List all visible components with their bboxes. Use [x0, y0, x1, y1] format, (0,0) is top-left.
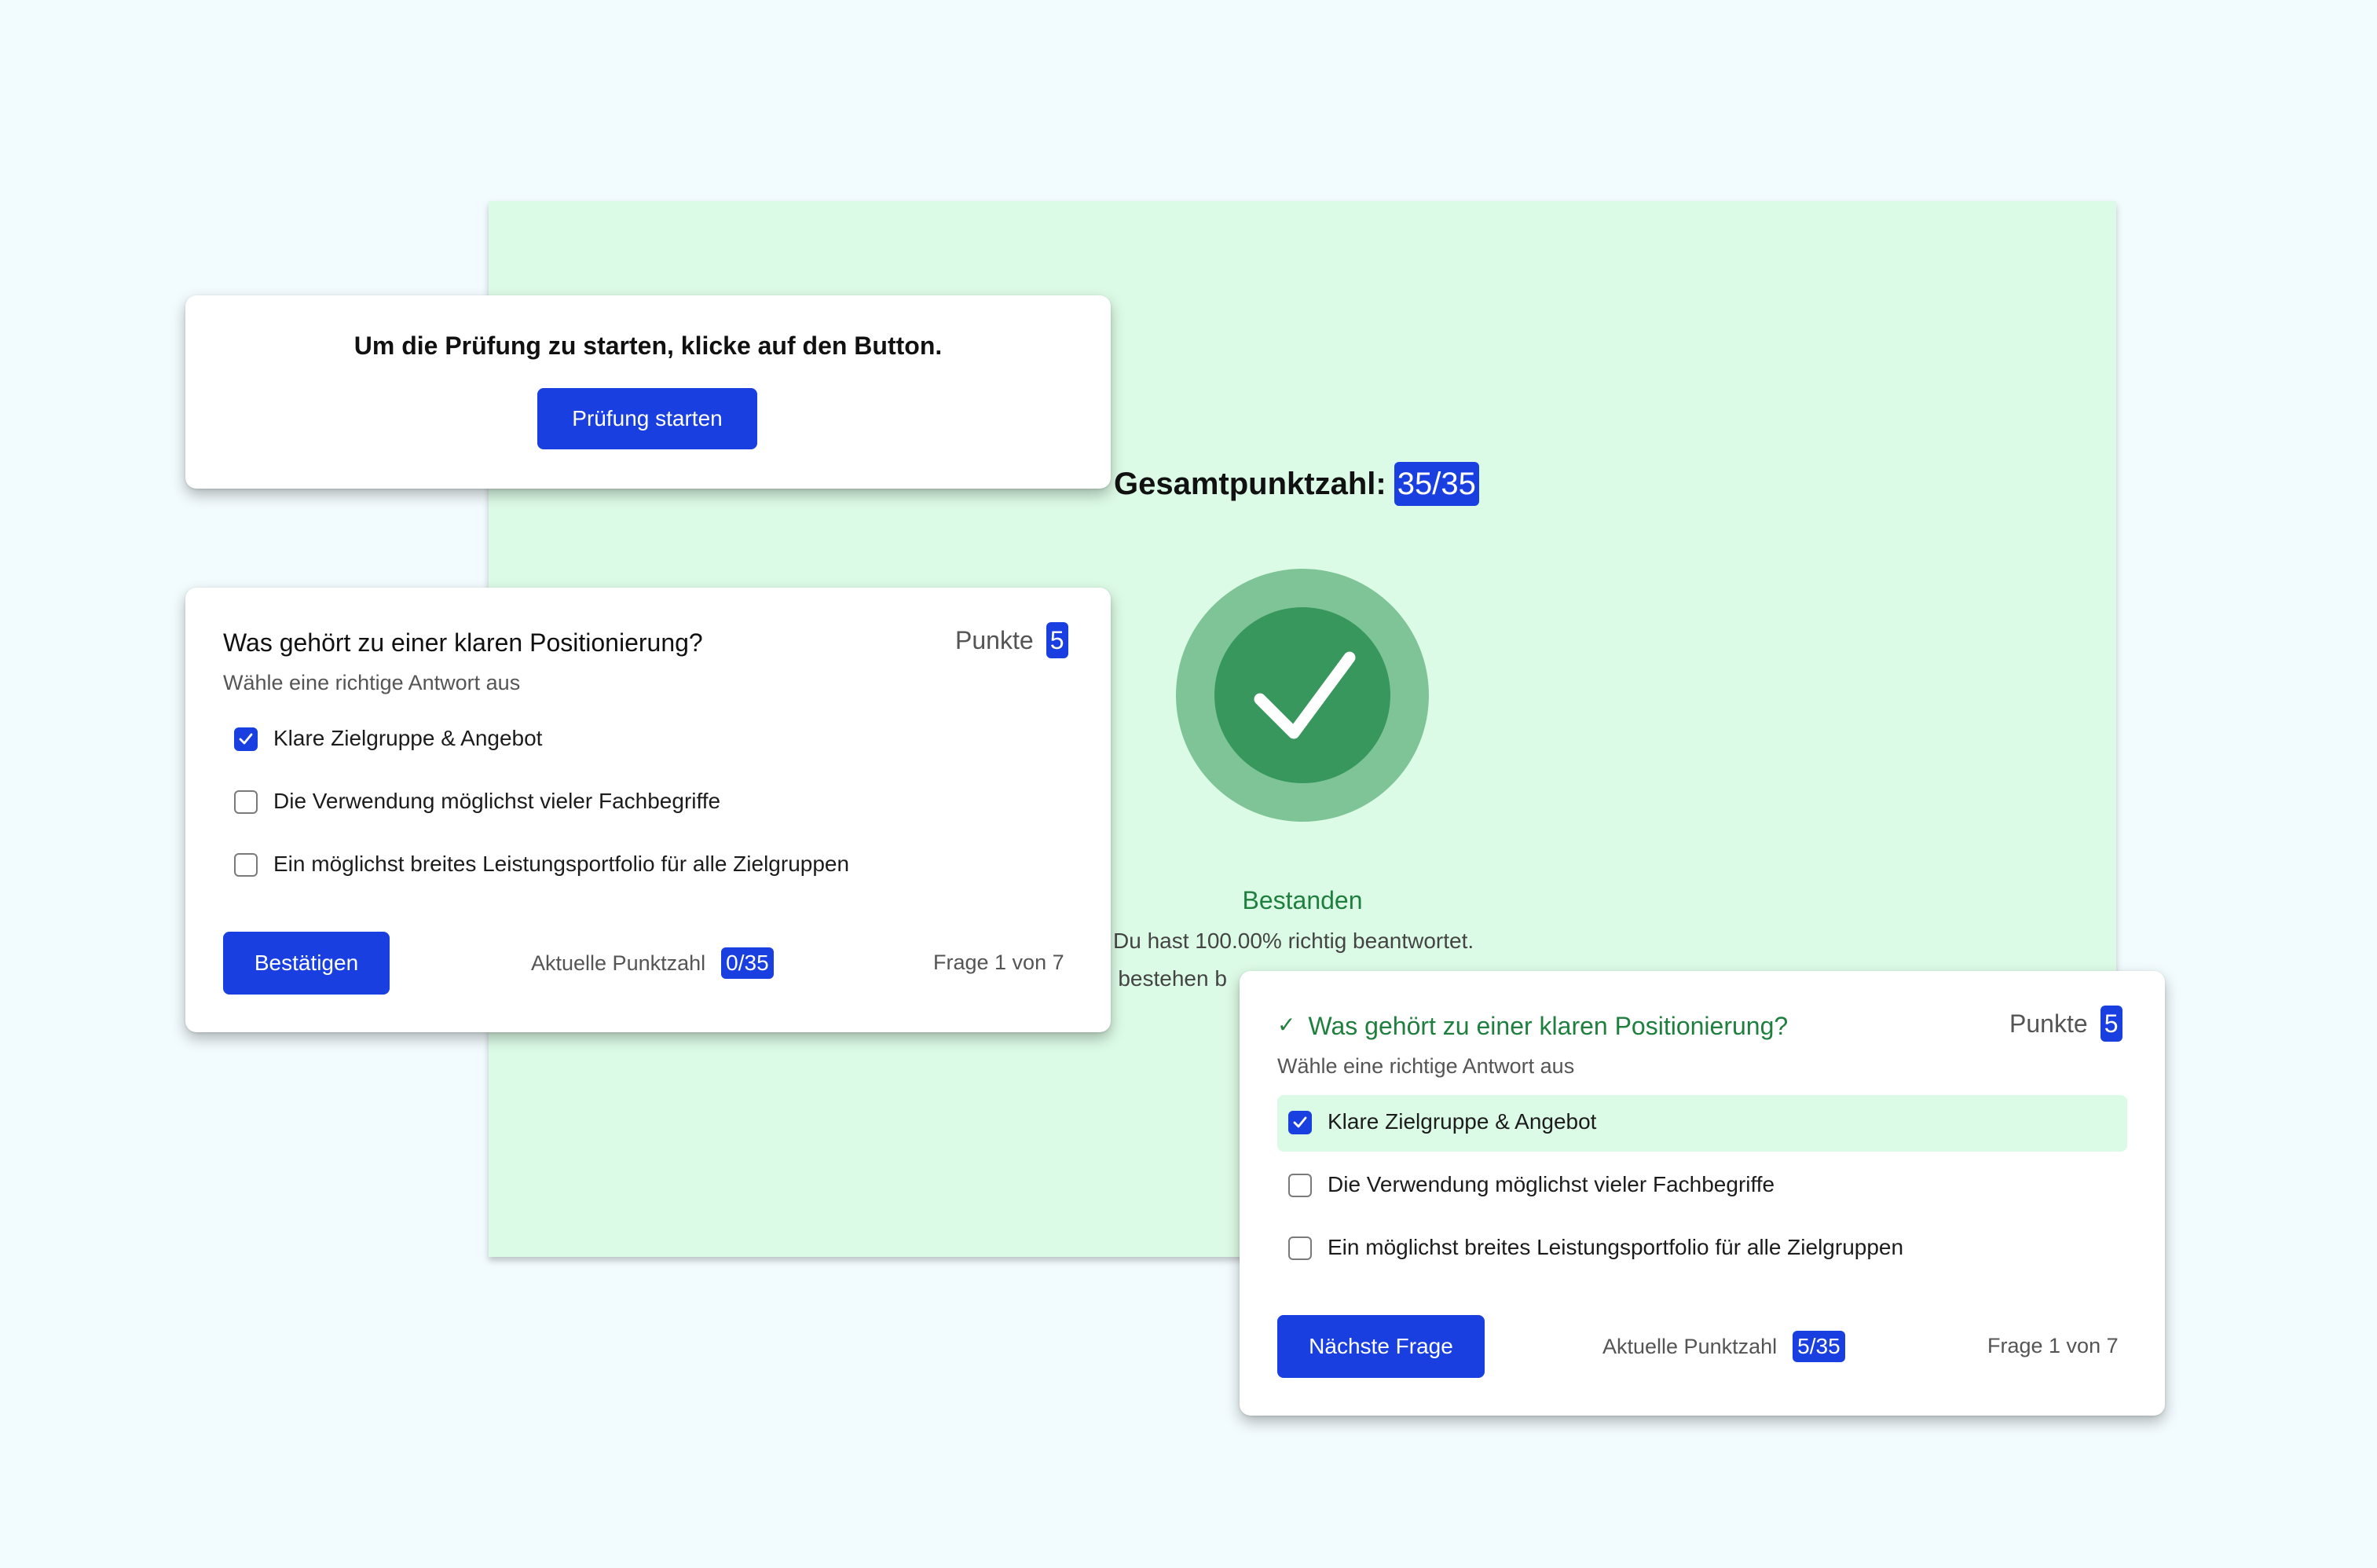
- result-pass-text: u bestehen b: [1100, 966, 1227, 991]
- checkmark-icon: [239, 733, 253, 745]
- answered-current-score: Aktuelle Punktzahl 5/35: [1602, 1331, 1845, 1362]
- answer-checkbox-2[interactable]: [234, 790, 258, 814]
- start-exam-button[interactable]: Prüfung starten: [537, 388, 757, 449]
- answered-title-text: Was gehört zu einer klaren Positionierun…: [1308, 1012, 1789, 1040]
- answered-label-3: Ein möglichst breites Leistungsportfolio…: [1328, 1235, 1904, 1259]
- points-badge: 5: [1046, 622, 1068, 658]
- answered-score-label: Aktuelle Punktzahl: [1602, 1334, 1778, 1358]
- question-subtitle: Wähle eine richtige Antwort aus: [223, 671, 521, 694]
- question-progress: Frage 1 von 7: [933, 951, 1064, 974]
- answered-question-points: Punkte 5: [2009, 1006, 2122, 1042]
- answer-label-3: Ein möglichst breites Leistungsportfolio…: [273, 852, 850, 876]
- success-icon: [1176, 569, 1429, 822]
- question-points: Punkte 5: [955, 622, 1068, 658]
- answer-checkbox-1[interactable]: [234, 727, 258, 751]
- result-percent-text: Du hast 100.00% richtig beantwortet.: [1113, 929, 1474, 953]
- answer-label-2: Die Verwendung möglichst vieler Fachbegr…: [273, 789, 721, 813]
- answered-label-1: Klare Zielgruppe & Angebot: [1328, 1109, 1597, 1134]
- start-card: Um die Prüfung zu starten, klicke auf de…: [185, 295, 1111, 489]
- answered-points-label: Punkte: [2009, 1009, 2088, 1038]
- current-score-badge: 0/35: [721, 947, 774, 979]
- total-score-label: Gesamtpunktzahl:: [1114, 466, 1386, 501]
- answered-label-2: Die Verwendung möglichst vieler Fachbegr…: [1328, 1172, 1775, 1196]
- question-card: Was gehört zu einer klaren Positionierun…: [185, 588, 1111, 1032]
- current-score-label: Aktuelle Punktzahl: [531, 951, 706, 975]
- question-title: Was gehört zu einer klaren Positionierun…: [223, 628, 703, 657]
- checkmark-icon: [1293, 1116, 1307, 1128]
- total-score-heading: Gesamtpunktzahl: 35/35: [1114, 462, 1479, 506]
- answer-checkbox-3[interactable]: [234, 853, 258, 877]
- points-label: Punkte: [955, 625, 1034, 654]
- answered-question-progress: Frage 1 von 7: [1987, 1334, 2119, 1357]
- confirm-button[interactable]: Bestätigen: [223, 932, 390, 995]
- result-status: Bestanden: [1242, 886, 1363, 914]
- answered-question-subtitle: Wähle eine richtige Antwort aus: [1277, 1054, 1575, 1078]
- answered-score-badge: 5/35: [1793, 1331, 1845, 1362]
- answered-checkbox-1[interactable]: [1288, 1111, 1312, 1134]
- answered-question-title: ✓ Was gehört zu einer klaren Positionier…: [1277, 1012, 1788, 1041]
- total-score-badge: 35/35: [1394, 462, 1479, 506]
- answered-question-card: ✓ Was gehört zu einer klaren Positionier…: [1240, 971, 2165, 1416]
- current-score: Aktuelle Punktzahl 0/35: [531, 947, 774, 979]
- answered-checkbox-2[interactable]: [1288, 1174, 1312, 1197]
- next-question-button[interactable]: Nächste Frage: [1277, 1315, 1485, 1378]
- answered-points-badge: 5: [2100, 1006, 2122, 1042]
- start-message: Um die Prüfung zu starten, klicke auf de…: [353, 332, 943, 360]
- correct-check-icon: ✓: [1277, 1013, 1296, 1037]
- answer-label-1: Klare Zielgruppe & Angebot: [273, 726, 543, 750]
- answered-checkbox-3[interactable]: [1288, 1236, 1312, 1260]
